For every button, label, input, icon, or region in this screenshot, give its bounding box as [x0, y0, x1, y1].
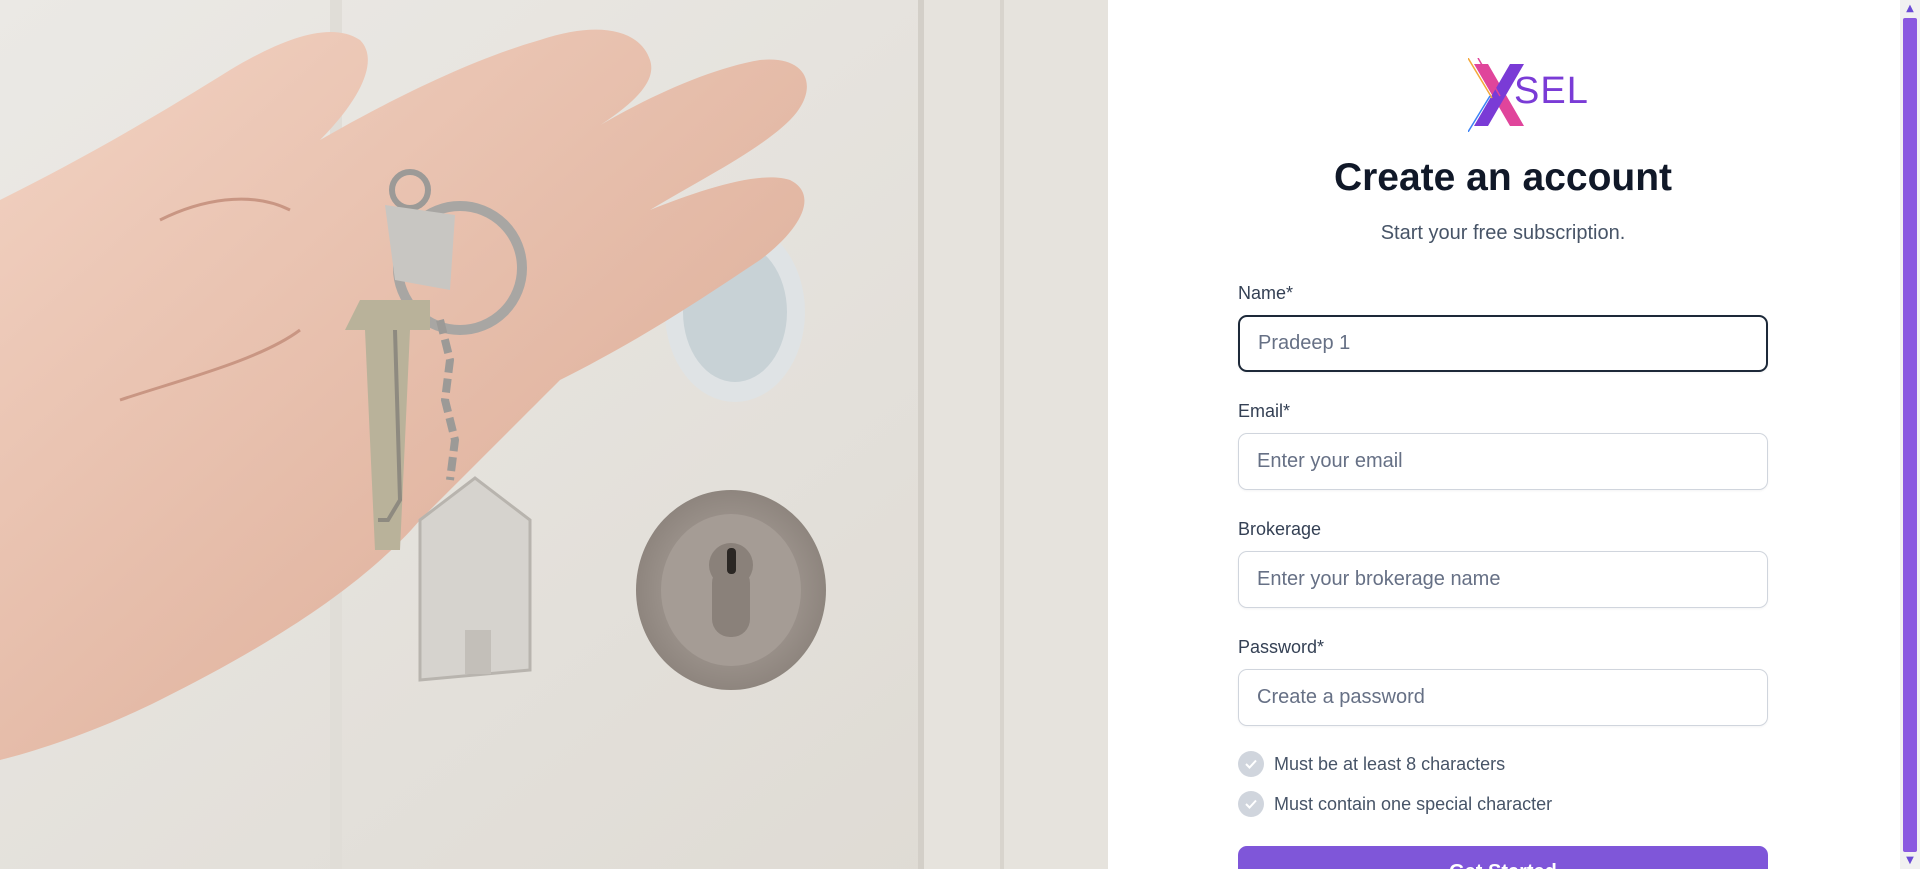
check-icon: [1238, 751, 1264, 777]
email-input[interactable]: [1239, 434, 1767, 489]
password-label: Password*: [1238, 637, 1325, 657]
brokerage-field[interactable]: [1238, 551, 1768, 608]
brokerage-input[interactable]: [1239, 552, 1767, 607]
name-input[interactable]: [1240, 317, 1766, 370]
page-subtitle: Start your free subscription.: [1380, 222, 1626, 244]
password-rule-length: Must be at least 8 characters: [1238, 750, 1505, 778]
signup-panel: SEL Create an account Start your free su…: [1108, 0, 1900, 869]
password-field[interactable]: [1238, 669, 1768, 726]
email-label: Email*: [1238, 401, 1291, 421]
hero-image: [0, 0, 1108, 869]
brokerage-label: Brokerage: [1238, 519, 1322, 539]
password-rule-text: Must be at least 8 characters: [1274, 753, 1506, 774]
name-field[interactable]: [1238, 315, 1768, 372]
get-started-button[interactable]: Get Started: [1238, 846, 1768, 869]
page-title: Create an account: [1333, 156, 1673, 199]
signup-page: SEL Create an account Start your free su…: [0, 0, 1920, 869]
check-icon: [1238, 791, 1264, 817]
password-rule-text: Must contain one special character: [1274, 793, 1553, 814]
scroll-down-arrow-icon[interactable]: ▼: [1900, 852, 1920, 869]
scrollbar-thumb[interactable]: [1903, 18, 1917, 852]
scroll-up-arrow-icon[interactable]: ▲: [1900, 0, 1920, 17]
password-rule-special: Must contain one special character: [1238, 790, 1552, 818]
hand-holding-keys-illustration: [0, 0, 1108, 869]
name-label: Name*: [1238, 283, 1294, 303]
password-input[interactable]: [1239, 670, 1767, 725]
email-field[interactable]: [1238, 433, 1768, 490]
page-scrollbar[interactable]: ▲ ▼: [1900, 0, 1920, 869]
logo-text: SEL: [1514, 70, 1589, 112]
xsel-logo: SEL: [1468, 58, 1598, 132]
